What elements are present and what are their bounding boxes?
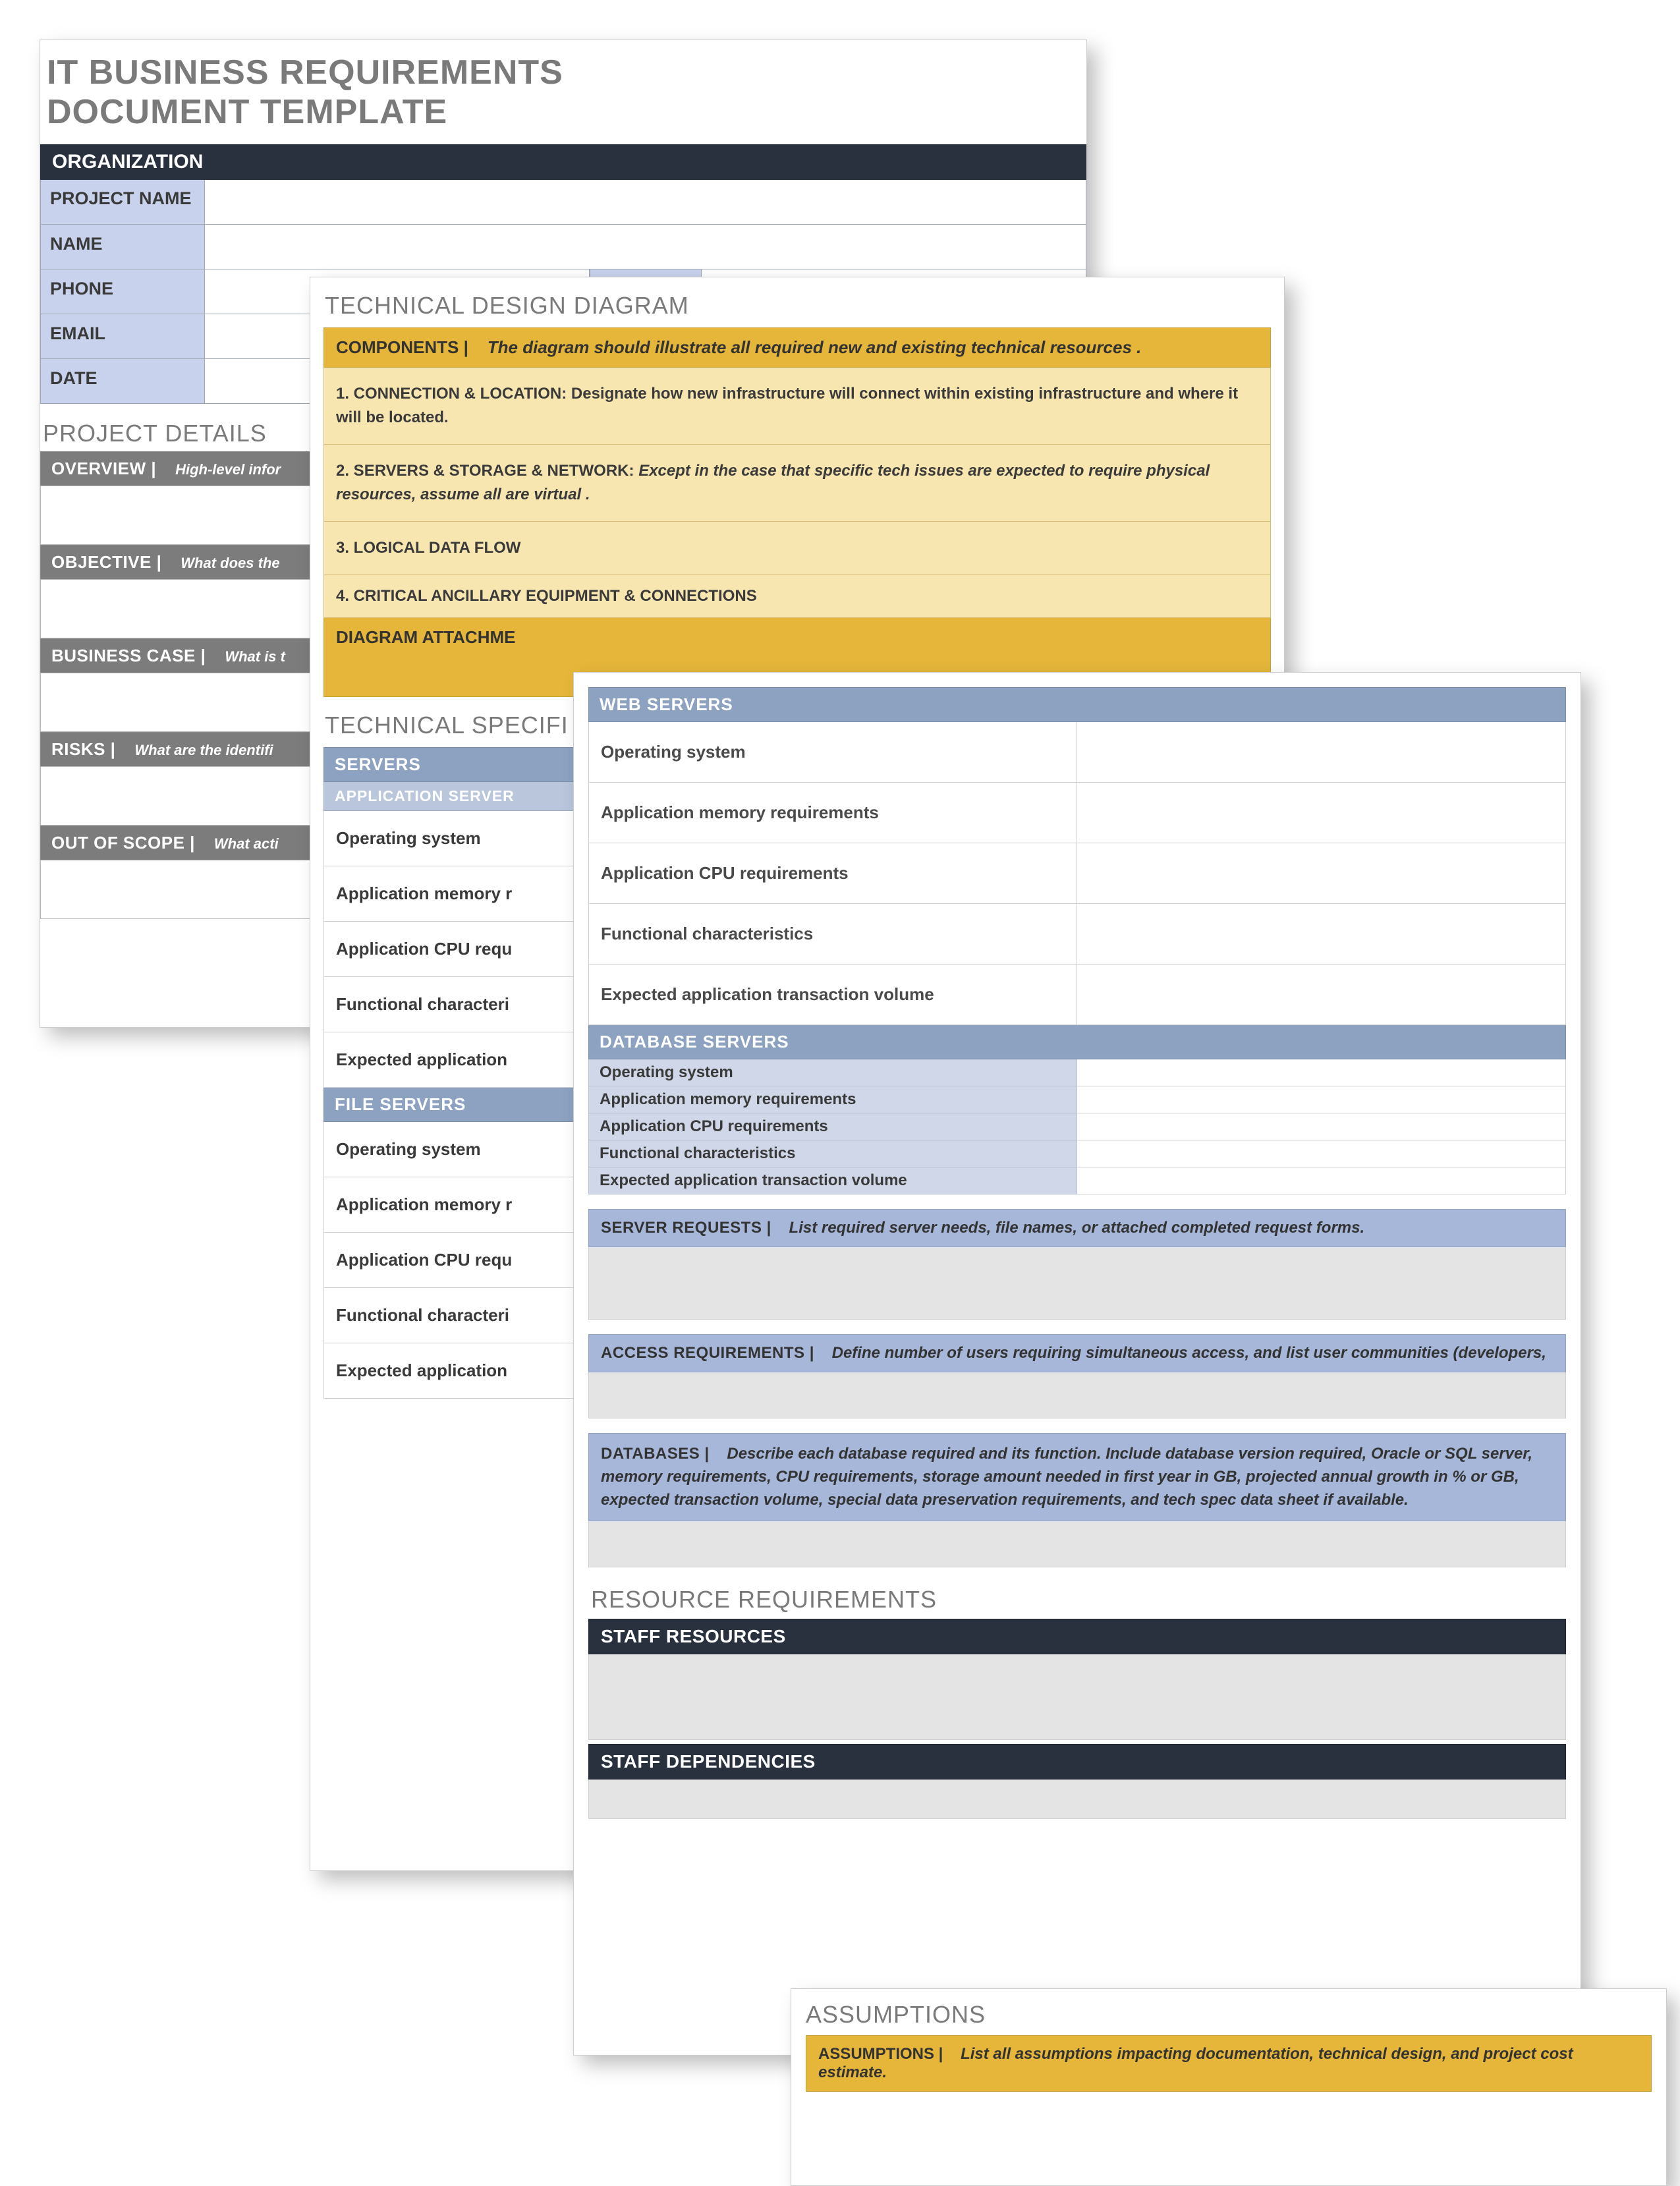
- label-project-name: PROJECT NAME: [40, 180, 205, 225]
- field-project-name[interactable]: [205, 180, 1086, 225]
- band-oos-hd: OUT OF SCOPE |: [51, 833, 195, 853]
- web-row-mem-value[interactable]: [1077, 783, 1566, 843]
- label-name: NAME: [40, 225, 205, 269]
- databases-band: DATABASES | Describe each database requi…: [588, 1433, 1566, 1521]
- assumptions-hd: ASSUMPTIONS |: [818, 2045, 943, 2063]
- web-row-func-value[interactable]: [1077, 904, 1566, 965]
- page-4-assumptions: ASSUMPTIONS ASSUMPTIONS | List all assum…: [791, 1988, 1667, 2186]
- web-row-cpu: Application CPU requirements: [588, 843, 1077, 904]
- db-row-os: Operating system: [588, 1059, 1077, 1086]
- page-3-web-db-resources: WEB SERVERS Operating system Application…: [573, 672, 1581, 2056]
- components-it: The diagram should illustrate all requir…: [488, 337, 1142, 357]
- web-row-trans: Expected application transaction volume: [588, 965, 1077, 1025]
- organization-header: ORGANIZATION: [40, 144, 1086, 180]
- ssn-b: 2. SERVERS & STORAGE & NETWORK:: [336, 462, 634, 480]
- web-row-cpu-value[interactable]: [1077, 843, 1566, 904]
- staff-resources-header: STAFF RESOURCES: [588, 1619, 1566, 1654]
- staff-dependencies-header: STAFF DEPENDENCIES: [588, 1744, 1566, 1780]
- staff-dependencies-box[interactable]: [588, 1780, 1566, 1819]
- label-email: EMAIL: [40, 314, 205, 359]
- band-objective-it: What does the: [181, 555, 279, 571]
- resource-requirements-title: RESOURCE REQUIREMENTS: [588, 1567, 1566, 1619]
- db-row-func-value[interactable]: [1077, 1140, 1566, 1167]
- web-row-os-value[interactable]: [1077, 722, 1566, 783]
- band-overview-hd: OVERVIEW |: [51, 459, 156, 478]
- band-risks-hd: RISKS |: [51, 739, 115, 759]
- title-line-1: IT BUSINESS REQUIREMENTS: [47, 53, 1086, 93]
- databases-it: Describe each database required and its …: [601, 1445, 1532, 1509]
- web-servers-header: WEB SERVERS: [588, 687, 1566, 722]
- databases-hd: DATABASES |: [601, 1445, 710, 1463]
- db-servers-header: DATABASE SERVERS: [588, 1025, 1566, 1059]
- web-row-mem: Application memory requirements: [588, 783, 1077, 843]
- web-row-trans-value[interactable]: [1077, 965, 1566, 1025]
- component-servers-storage: 2. SERVERS & STORAGE & NETWORK: Except i…: [323, 445, 1271, 522]
- access-requirements-band: ACCESS REQUIREMENTS | Define number of u…: [588, 1334, 1566, 1372]
- title-line-2: DOCUMENT TEMPLATE: [47, 93, 1086, 132]
- band-bcase-it: What is t: [225, 648, 285, 665]
- db-row-cpu: Application CPU requirements: [588, 1113, 1077, 1140]
- conn-b: 1. CONNECTION & LOCATION:: [336, 385, 567, 403]
- server-requests-it: List required server needs, file names, …: [789, 1219, 1365, 1237]
- band-risks-it: What are the identifi: [134, 742, 273, 758]
- component-connection: 1. CONNECTION & LOCATION: Designate how …: [323, 368, 1271, 445]
- ldf: 3. LOGICAL DATA FLOW: [336, 539, 520, 557]
- db-row-os-value[interactable]: [1077, 1059, 1566, 1086]
- label-date: DATE: [40, 359, 205, 404]
- band-bcase-hd: BUSINESS CASE |: [51, 646, 206, 665]
- access-req-hd: ACCESS REQUIREMENTS |: [601, 1344, 814, 1362]
- db-row-func: Functional characteristics: [588, 1140, 1077, 1167]
- access-requirements-box[interactable]: [588, 1372, 1566, 1418]
- databases-box[interactable]: [588, 1521, 1566, 1567]
- components-hd: COMPONENTS |: [336, 337, 468, 357]
- web-row-os: Operating system: [588, 722, 1077, 783]
- band-objective-hd: OBJECTIVE |: [51, 552, 161, 572]
- band-oos-it: What acti: [214, 835, 279, 852]
- component-critical-ancillary: 4. CRITICAL ANCILLARY EQUIPMENT & CONNEC…: [323, 575, 1271, 618]
- tech-design-diagram-title: TECHNICAL DESIGN DIAGRAM: [310, 277, 1284, 327]
- component-logical-data-flow: 3. LOGICAL DATA FLOW: [323, 522, 1271, 575]
- label-phone: PHONE: [40, 269, 205, 314]
- access-req-it: Define number of users requiring simulta…: [832, 1344, 1546, 1362]
- cae: 4. CRITICAL ANCILLARY EQUIPMENT & CONNEC…: [336, 587, 757, 605]
- components-header: COMPONENTS | The diagram should illustra…: [323, 327, 1271, 368]
- assumptions-title: ASSUMPTIONS: [791, 1989, 1666, 2035]
- db-row-mem: Application memory requirements: [588, 1086, 1077, 1113]
- db-row-mem-value[interactable]: [1077, 1086, 1566, 1113]
- db-row-cpu-value[interactable]: [1077, 1113, 1566, 1140]
- band-overview-it: High-level infor: [175, 461, 281, 478]
- assumptions-bar: ASSUMPTIONS | List all assumptions impac…: [806, 2035, 1652, 2092]
- db-row-trans: Expected application transaction volume: [588, 1167, 1077, 1194]
- web-row-func: Functional characteristics: [588, 904, 1077, 965]
- server-requests-hd: SERVER REQUESTS |: [601, 1219, 771, 1237]
- document-title: IT BUSINESS REQUIREMENTS DOCUMENT TEMPLA…: [40, 40, 1086, 144]
- db-row-trans-value[interactable]: [1077, 1167, 1566, 1194]
- field-name[interactable]: [205, 225, 1086, 269]
- staff-resources-box[interactable]: [588, 1654, 1566, 1740]
- server-requests-box[interactable]: [588, 1247, 1566, 1320]
- server-requests-band: SERVER REQUESTS | List required server n…: [588, 1209, 1566, 1247]
